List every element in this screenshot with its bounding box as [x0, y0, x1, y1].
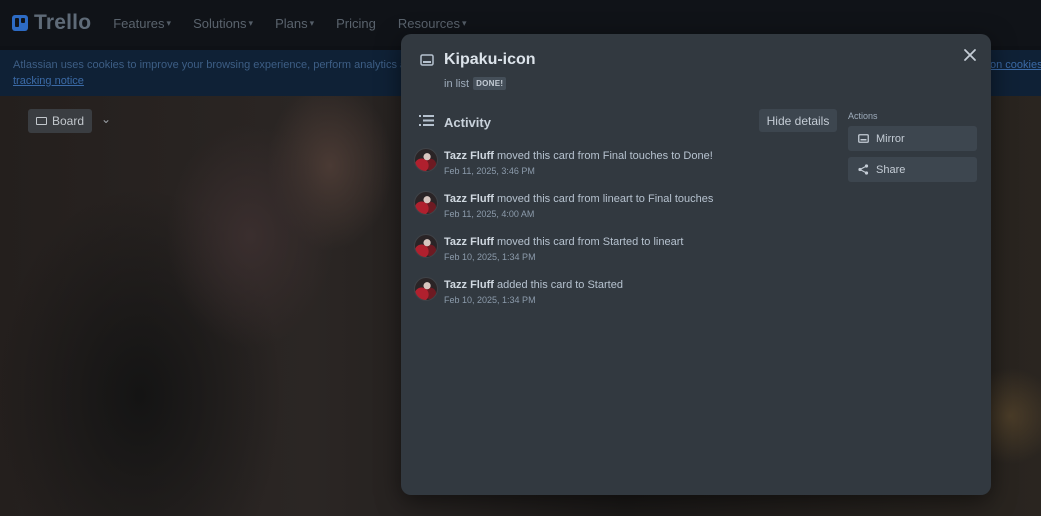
activity-timestamp[interactable]: Feb 11, 2025, 3:46 PM	[444, 166, 535, 176]
share-label: Share	[876, 163, 906, 176]
nav-link-label: Resources	[397, 15, 461, 31]
avatar[interactable]	[414, 148, 438, 172]
nav-links: Features ▾ Solutions ▾ Plans ▾ Pricing Reso…	[113, 16, 488, 31]
activity-user[interactable]: Tazz Fluff	[444, 236, 494, 248]
board-view-button[interactable]: Board	[28, 109, 92, 133]
nav-link-label: Features	[113, 15, 165, 31]
board-icon	[35, 117, 47, 125]
activity-entry: Tazz Fluff moved this card from Started …	[414, 233, 744, 276]
activity-text: Tazz Fluff moved this card from lineart …	[444, 193, 713, 205]
board-view-label: Board	[51, 114, 85, 128]
avatar[interactable]	[414, 277, 438, 301]
nav-link-label: Solutions	[193, 15, 247, 31]
trello-logo-text: Trello	[34, 11, 92, 34]
share-icon	[858, 164, 869, 175]
activity-list: Tazz Fluff moved this card from Final to…	[414, 147, 744, 319]
card-icon	[420, 54, 434, 66]
nav-link-label: Pricing	[336, 15, 376, 31]
nav-link-label: Plans	[275, 15, 308, 31]
tracking-notice-link[interactable]: tracking notice	[13, 75, 84, 87]
cookie-text: Atlassian uses cookies to improve your b…	[13, 59, 419, 71]
activity-icon	[419, 115, 434, 126]
trello-logo[interactable]: Trello	[12, 11, 91, 35]
chevron-down-icon: ▾	[309, 17, 315, 28]
close-button[interactable]	[959, 44, 981, 66]
activity-timestamp[interactable]: Feb 10, 2025, 1:34 PM	[444, 295, 536, 305]
list-name-badge[interactable]: DONE!	[473, 77, 507, 90]
mirror-button[interactable]: Mirror	[848, 126, 977, 151]
activity-user[interactable]: Tazz Fluff	[444, 279, 494, 291]
activity-user[interactable]: Tazz Fluff	[444, 150, 494, 162]
nav-link-pricing[interactable]: Pricing	[336, 16, 376, 31]
share-button[interactable]: Share	[848, 157, 977, 182]
chevron-down-icon: ▾	[166, 17, 172, 28]
activity-timestamp[interactable]: Feb 11, 2025, 4:00 AM	[444, 209, 534, 219]
avatar[interactable]	[414, 191, 438, 215]
card-list-info: in list DONE!	[444, 77, 507, 90]
nav-link-features[interactable]: Features ▾	[113, 16, 171, 31]
in-list-label: in list	[444, 77, 470, 90]
activity-entry: Tazz Fluff moved this card from Final to…	[414, 147, 744, 190]
activity-text: Tazz Fluff moved this card from Final to…	[444, 150, 713, 162]
actions-heading: Actions	[848, 111, 878, 121]
card-title[interactable]: Kipaku-icon	[444, 51, 536, 69]
hide-details-button[interactable]: Hide details	[759, 109, 837, 132]
nav-link-resources[interactable]: Resources ▾	[398, 16, 467, 31]
activity-description: moved this card from Started to lineart	[496, 236, 684, 248]
cookies-link[interactable]: on cookies	[990, 59, 1041, 71]
activity-description: moved this card from Final touches to Do…	[496, 150, 713, 162]
activity-entry: Tazz Fluff moved this card from lineart …	[414, 190, 744, 233]
chevron-down-icon: ▾	[248, 17, 254, 28]
activity-description: moved this card from lineart to Final to…	[496, 193, 714, 205]
activity-timestamp[interactable]: Feb 10, 2025, 1:34 PM	[444, 252, 536, 262]
mirror-label: Mirror	[876, 132, 905, 145]
avatar[interactable]	[414, 234, 438, 258]
activity-text: Tazz Fluff added this card to Started	[444, 279, 623, 291]
activity-description: added this card to Started	[496, 279, 623, 291]
activity-entry: Tazz Fluff added this card to Started Fe…	[414, 276, 744, 319]
view-switcher-chevron-icon[interactable]: ⌄	[101, 112, 111, 126]
nav-link-solutions[interactable]: Solutions ▾	[193, 16, 253, 31]
chevron-down-icon: ▾	[462, 17, 467, 28]
trello-logo-icon	[12, 15, 28, 31]
activity-text: Tazz Fluff moved this card from Started …	[444, 236, 683, 248]
card-detail-modal: Kipaku-icon in list DONE! Activity Hide …	[401, 34, 991, 495]
close-icon	[964, 49, 976, 61]
activity-user[interactable]: Tazz Fluff	[444, 193, 494, 205]
nav-link-plans[interactable]: Plans ▾	[275, 16, 314, 31]
activity-heading: Activity	[444, 115, 491, 130]
card-icon	[858, 134, 869, 143]
